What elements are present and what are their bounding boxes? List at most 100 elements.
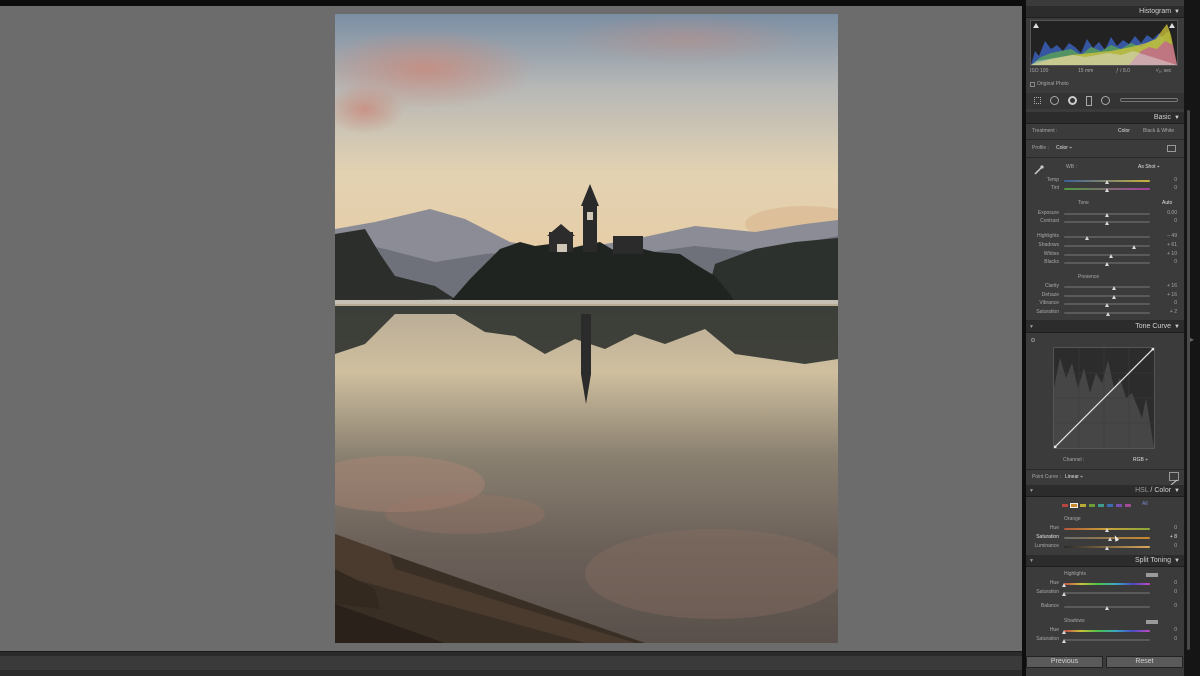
- slider-track[interactable]: [1064, 630, 1150, 632]
- slider-handle[interactable]: [1105, 188, 1109, 192]
- slider-value[interactable]: + 8: [1159, 534, 1177, 540]
- slider-track[interactable]: [1064, 537, 1150, 539]
- slider-handle[interactable]: [1111, 286, 1116, 290]
- wb-eyedropper-icon[interactable]: [1034, 162, 1044, 175]
- highlight-clipping-icon[interactable]: [1169, 23, 1175, 28]
- shadow-clipping-icon[interactable]: [1033, 23, 1039, 28]
- slider-value[interactable]: + 16: [1159, 292, 1177, 298]
- graduated-filter-icon[interactable]: [1086, 96, 1092, 106]
- slider-handle[interactable]: [1105, 221, 1109, 225]
- slider-row: Luminance 0: [1026, 543, 1184, 551]
- slider-value[interactable]: 0: [1159, 177, 1177, 183]
- slider-value[interactable]: 0: [1159, 603, 1177, 609]
- slider-handle[interactable]: [1105, 546, 1109, 550]
- histogram-header[interactable]: Histogram ▼: [1026, 6, 1184, 18]
- slider-value[interactable]: 0: [1159, 259, 1177, 265]
- slider-track[interactable]: [1064, 254, 1150, 256]
- hsl-header[interactable]: ▼ HSL / Color ▼: [1026, 485, 1184, 497]
- slider-value[interactable]: 0: [1159, 525, 1177, 531]
- slider-track[interactable]: [1064, 236, 1150, 238]
- slider-value[interactable]: 0: [1159, 218, 1177, 224]
- treatment-bw-option[interactable]: Black & White: [1143, 128, 1174, 135]
- slider-value[interactable]: 0: [1159, 543, 1177, 549]
- profile-browser-icon[interactable]: [1167, 145, 1176, 152]
- shadows-color-swatch[interactable]: [1146, 620, 1158, 624]
- previous-button[interactable]: Previous: [1026, 656, 1103, 668]
- highlights-color-swatch[interactable]: [1146, 573, 1158, 577]
- slider-handle[interactable]: [1131, 245, 1136, 249]
- slider-track[interactable]: [1064, 286, 1150, 288]
- shutter-readout: ¹⁄₁₀ sec: [1156, 68, 1172, 74]
- presence-label: Presence: [1078, 274, 1100, 280]
- color-tab[interactable]: Color: [1154, 487, 1171, 494]
- slider-value[interactable]: 0: [1159, 589, 1177, 595]
- crop-tool-icon[interactable]: [1034, 97, 1041, 104]
- color-swatch[interactable]: [1062, 504, 1068, 507]
- original-photo-checkbox[interactable]: [1030, 82, 1035, 87]
- color-swatch[interactable]: [1080, 504, 1086, 507]
- slider-handle[interactable]: [1109, 254, 1114, 258]
- split-toning-header[interactable]: ▼ Split Toning ▼: [1026, 555, 1184, 567]
- tone-curve-header[interactable]: ▼ Tone Curve ▼: [1026, 321, 1184, 333]
- basic-header[interactable]: Basic ▼: [1026, 112, 1184, 124]
- slider-value[interactable]: 0.00: [1159, 210, 1177, 216]
- target-adjust-icon[interactable]: [1031, 338, 1035, 342]
- color-swatch[interactable]: [1116, 504, 1122, 507]
- slider-handle[interactable]: [1062, 583, 1066, 587]
- slider-value[interactable]: + 2: [1159, 309, 1177, 315]
- slider-track[interactable]: [1064, 639, 1150, 641]
- slider-value[interactable]: + 16: [1159, 283, 1177, 289]
- spot-removal-icon[interactable]: [1050, 96, 1059, 105]
- color-swatch[interactable]: [1089, 504, 1095, 507]
- slider-value[interactable]: 0: [1159, 627, 1177, 633]
- edit-point-curve-icon[interactable]: [1169, 472, 1179, 486]
- profile-dropdown[interactable]: Color ÷: [1056, 145, 1072, 152]
- wb-dropdown[interactable]: As Shot ÷: [1138, 164, 1160, 171]
- tone-curve-graph[interactable]: [1053, 347, 1155, 449]
- profile-label: Profile :: [1032, 145, 1049, 151]
- reset-button[interactable]: Reset: [1106, 656, 1183, 668]
- slider-handle[interactable]: [1111, 295, 1116, 299]
- auto-tone-button[interactable]: Auto: [1162, 200, 1172, 207]
- slider-value[interactable]: 0: [1159, 636, 1177, 642]
- photo-preview[interactable]: [335, 14, 838, 643]
- slider-handle[interactable]: [1105, 303, 1109, 307]
- color-swatch[interactable]: [1125, 504, 1131, 507]
- slider-track[interactable]: [1064, 583, 1150, 585]
- slider-handle[interactable]: [1062, 639, 1066, 643]
- color-swatch[interactable]: [1070, 503, 1078, 508]
- slider-handle[interactable]: [1105, 262, 1109, 266]
- slider-handle[interactable]: [1085, 236, 1090, 240]
- color-swatch[interactable]: [1107, 504, 1113, 507]
- color-swatch[interactable]: [1098, 504, 1104, 507]
- hsl-tab[interactable]: HSL: [1135, 487, 1148, 494]
- slider-handle[interactable]: [1105, 312, 1110, 316]
- slider-value[interactable]: – 49: [1159, 233, 1177, 239]
- slider-track[interactable]: [1064, 592, 1150, 594]
- panel-scrollbar[interactable]: ▸: [1184, 0, 1200, 676]
- slider-value[interactable]: 0: [1159, 300, 1177, 306]
- slider-value[interactable]: 0: [1159, 580, 1177, 586]
- point-curve-dropdown[interactable]: Linear ÷: [1065, 474, 1083, 481]
- red-eye-icon[interactable]: [1068, 96, 1077, 105]
- slider-handle[interactable]: [1062, 630, 1066, 634]
- slider-label: Exposure: [1037, 210, 1059, 216]
- slider-value[interactable]: + 61: [1159, 242, 1177, 248]
- channel-dropdown[interactable]: RGB ÷: [1133, 457, 1148, 464]
- slider-track[interactable]: [1064, 295, 1150, 297]
- slider-handle[interactable]: [1062, 592, 1066, 596]
- treatment-color-option[interactable]: Color: [1118, 128, 1130, 135]
- slider-handle[interactable]: [1105, 606, 1109, 610]
- slider-value[interactable]: + 10: [1159, 251, 1177, 257]
- radial-filter-icon[interactable]: [1101, 96, 1110, 105]
- slider-handle[interactable]: [1105, 213, 1109, 217]
- slider-label: Contrast: [1040, 218, 1059, 224]
- slider-track[interactable]: [1064, 245, 1150, 247]
- slider-handle[interactable]: [1105, 180, 1109, 184]
- hsl-all-button[interactable]: All: [1142, 501, 1148, 508]
- slider-value[interactable]: 0: [1159, 185, 1177, 191]
- slider-handle[interactable]: [1105, 528, 1109, 532]
- histogram-graph[interactable]: [1030, 20, 1178, 66]
- adjustment-brush-icon[interactable]: [1120, 98, 1178, 102]
- slider-handle[interactable]: [1108, 537, 1113, 541]
